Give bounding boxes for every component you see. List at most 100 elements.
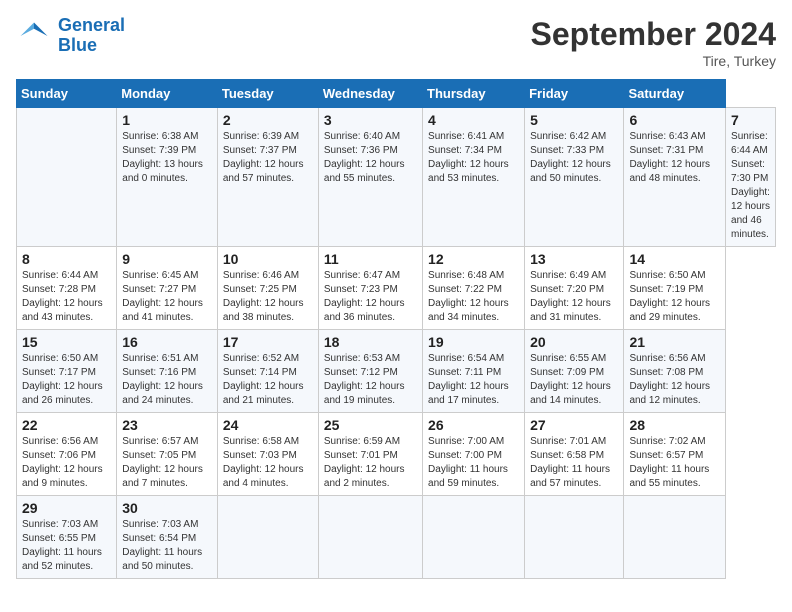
calendar-cell: 30 Sunrise: 7:03 AM Sunset: 6:54 PM Dayli… (117, 496, 218, 579)
day-number: 5 (530, 112, 618, 128)
day-info: Sunrise: 6:48 AM Sunset: 7:22 PM Dayligh… (428, 269, 519, 325)
calendar-cell: 15 Sunrise: 6:50 AM Sunset: 7:17 PM Dayli… (17, 330, 117, 413)
calendar-cell: 6 Sunrise: 6:43 AM Sunset: 7:31 PM Daylig… (624, 108, 726, 247)
day-info: Sunrise: 7:00 AM Sunset: 7:00 PM Dayligh… (428, 435, 519, 491)
day-number: 1 (122, 112, 212, 128)
calendar-cell (525, 496, 624, 579)
day-info: Sunrise: 7:01 AM Sunset: 6:58 PM Dayligh… (530, 435, 618, 491)
day-number: 17 (223, 334, 313, 350)
day-info: Sunrise: 6:46 AM Sunset: 7:25 PM Dayligh… (223, 269, 313, 325)
calendar-cell: 22 Sunrise: 6:56 AM Sunset: 7:06 PM Dayli… (17, 413, 117, 496)
calendar-cell: 14Sunrise: 6:50 AM Sunset: 7:19 PM Dayli… (624, 247, 726, 330)
day-info: Sunrise: 7:02 AM Sunset: 6:57 PM Dayligh… (629, 435, 720, 491)
header-row: SundayMondayTuesdayWednesdayThursdayFrid… (17, 80, 776, 108)
day-number: 29 (22, 500, 111, 516)
day-number: 20 (530, 334, 618, 350)
calendar-cell: 21 Sunrise: 6:56 AM Sunset: 7:08 PM Dayli… (624, 330, 726, 413)
calendar-cell: 1 Sunrise: 6:38 AM Sunset: 7:39 PM Daylig… (117, 108, 218, 247)
calendar-cell: 24 Sunrise: 6:58 AM Sunset: 7:03 PM Dayli… (217, 413, 318, 496)
day-info: Sunrise: 6:53 AM Sunset: 7:12 PM Dayligh… (324, 352, 417, 408)
logo-icon (16, 18, 52, 54)
day-number: 6 (629, 112, 720, 128)
day-number: 12 (428, 251, 519, 267)
day-number: 4 (428, 112, 519, 128)
day-info: Sunrise: 6:38 AM Sunset: 7:39 PM Dayligh… (122, 130, 212, 186)
day-info: Sunrise: 6:49 AM Sunset: 7:20 PM Dayligh… (530, 269, 618, 325)
day-info: Sunrise: 6:43 AM Sunset: 7:31 PM Dayligh… (629, 130, 720, 186)
week-row-2: 8 Sunrise: 6:44 AM Sunset: 7:28 PM Daylig… (17, 247, 776, 330)
calendar-cell: 11Sunrise: 6:47 AM Sunset: 7:23 PM Dayli… (318, 247, 422, 330)
calendar-cell: 10 Sunrise: 6:46 AM Sunset: 7:25 PM Dayli… (217, 247, 318, 330)
calendar-cell: 9 Sunrise: 6:45 AM Sunset: 7:27 PM Daylig… (117, 247, 218, 330)
day-number: 16 (122, 334, 212, 350)
day-number: 8 (22, 251, 111, 267)
logo-text: General Blue (58, 16, 125, 56)
day-number: 24 (223, 417, 313, 433)
day-number: 13 (530, 251, 618, 267)
day-number: 25 (324, 417, 417, 433)
day-info: Sunrise: 6:39 AM Sunset: 7:37 PM Dayligh… (223, 130, 313, 186)
day-number: 30 (122, 500, 212, 516)
page-header: General Blue September 2024 Tire, Turkey (16, 16, 776, 69)
calendar-cell: 16 Sunrise: 6:51 AM Sunset: 7:16 PM Dayli… (117, 330, 218, 413)
week-row-3: 15 Sunrise: 6:50 AM Sunset: 7:17 PM Dayli… (17, 330, 776, 413)
calendar-cell (217, 496, 318, 579)
col-header-wednesday: Wednesday (318, 80, 422, 108)
day-number: 14 (629, 251, 720, 267)
logo-line1: General (58, 15, 125, 35)
day-info: Sunrise: 6:58 AM Sunset: 7:03 PM Dayligh… (223, 435, 313, 491)
calendar-cell: 28Sunrise: 7:02 AM Sunset: 6:57 PM Dayli… (624, 413, 726, 496)
col-header-friday: Friday (525, 80, 624, 108)
day-info: Sunrise: 6:40 AM Sunset: 7:36 PM Dayligh… (324, 130, 417, 186)
title-block: September 2024 Tire, Turkey (531, 16, 776, 69)
calendar-cell (423, 496, 525, 579)
day-info: Sunrise: 6:44 AM Sunset: 7:30 PM Dayligh… (731, 130, 770, 242)
day-info: Sunrise: 6:52 AM Sunset: 7:14 PM Dayligh… (223, 352, 313, 408)
col-header-tuesday: Tuesday (217, 80, 318, 108)
day-info: Sunrise: 6:55 AM Sunset: 7:09 PM Dayligh… (530, 352, 618, 408)
day-number: 27 (530, 417, 618, 433)
location: Tire, Turkey (531, 53, 776, 69)
calendar-cell: 12 Sunrise: 6:48 AM Sunset: 7:22 PM Dayli… (423, 247, 525, 330)
day-number: 26 (428, 417, 519, 433)
calendar-cell: 8 Sunrise: 6:44 AM Sunset: 7:28 PM Daylig… (17, 247, 117, 330)
calendar-cell: 19Sunrise: 6:54 AM Sunset: 7:11 PM Dayli… (423, 330, 525, 413)
day-info: Sunrise: 6:56 AM Sunset: 7:08 PM Dayligh… (629, 352, 720, 408)
day-number: 7 (731, 112, 770, 128)
day-info: Sunrise: 6:50 AM Sunset: 7:17 PM Dayligh… (22, 352, 111, 408)
day-info: Sunrise: 6:44 AM Sunset: 7:28 PM Dayligh… (22, 269, 111, 325)
day-number: 22 (22, 417, 111, 433)
week-row-5: 29Sunrise: 7:03 AM Sunset: 6:55 PM Dayli… (17, 496, 776, 579)
day-info: Sunrise: 7:03 AM Sunset: 6:54 PM Dayligh… (122, 518, 212, 574)
calendar-cell: 13 Sunrise: 6:49 AM Sunset: 7:20 PM Dayli… (525, 247, 624, 330)
day-number: 9 (122, 251, 212, 267)
day-number: 15 (22, 334, 111, 350)
day-number: 10 (223, 251, 313, 267)
week-row-4: 22 Sunrise: 6:56 AM Sunset: 7:06 PM Dayli… (17, 413, 776, 496)
day-number: 23 (122, 417, 212, 433)
calendar-cell: 2 Sunrise: 6:39 AM Sunset: 7:37 PM Daylig… (217, 108, 318, 247)
calendar-cell: 7 Sunrise: 6:44 AM Sunset: 7:30 PM Daylig… (726, 108, 776, 247)
col-header-saturday: Saturday (624, 80, 726, 108)
day-info: Sunrise: 6:45 AM Sunset: 7:27 PM Dayligh… (122, 269, 212, 325)
day-info: Sunrise: 6:41 AM Sunset: 7:34 PM Dayligh… (428, 130, 519, 186)
day-number: 18 (324, 334, 417, 350)
day-number: 3 (324, 112, 417, 128)
day-info: Sunrise: 6:51 AM Sunset: 7:16 PM Dayligh… (122, 352, 212, 408)
calendar-cell: 4 Sunrise: 6:41 AM Sunset: 7:34 PM Daylig… (423, 108, 525, 247)
calendar-table: SundayMondayTuesdayWednesdayThursdayFrid… (16, 79, 776, 579)
day-number: 21 (629, 334, 720, 350)
day-info: Sunrise: 6:56 AM Sunset: 7:06 PM Dayligh… (22, 435, 111, 491)
calendar-cell: 5Sunrise: 6:42 AM Sunset: 7:33 PM Daylig… (525, 108, 624, 247)
calendar-cell (17, 108, 117, 247)
day-number: 2 (223, 112, 313, 128)
calendar-cell: 27 Sunrise: 7:01 AM Sunset: 6:58 PM Dayli… (525, 413, 624, 496)
calendar-cell: 3 Sunrise: 6:40 AM Sunset: 7:36 PM Daylig… (318, 108, 422, 247)
col-header-thursday: Thursday (423, 80, 525, 108)
col-header-monday: Monday (117, 80, 218, 108)
calendar-cell (624, 496, 726, 579)
calendar-cell: 25Sunrise: 6:59 AM Sunset: 7:01 PM Dayli… (318, 413, 422, 496)
calendar-cell (318, 496, 422, 579)
logo-line2: Blue (58, 35, 97, 55)
day-info: Sunrise: 6:54 AM Sunset: 7:11 PM Dayligh… (428, 352, 519, 408)
